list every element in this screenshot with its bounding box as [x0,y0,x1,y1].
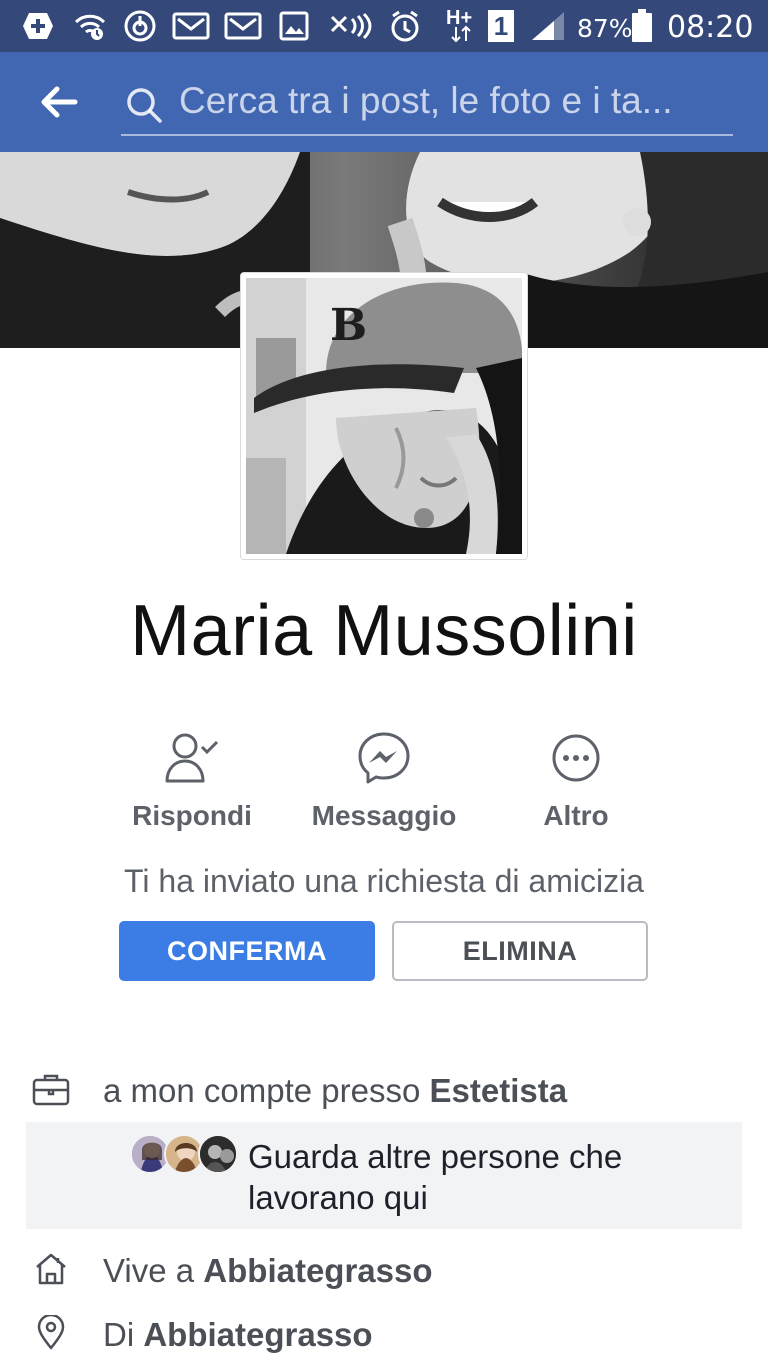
nfc-muted-icon [326,11,378,41]
clock: 08:20 [667,10,754,45]
briefcase-icon [32,1074,70,1106]
home-icon [36,1253,66,1285]
battery-percent: 87% [577,14,633,43]
app-header: Cerca tra i post, le foto e i ta... [0,52,768,152]
message-label: Messaggio [311,800,457,831]
work-prefix: a mon compte presso [103,1072,430,1109]
more-icon [552,734,600,782]
from-text: Di Abbiategrasso [103,1316,373,1354]
status-bar: H+ 1 87% 08:20 [0,0,768,52]
search-placeholder: Cerca tra i post, le foto e i ta... [179,80,673,121]
sim-icon: 1 [486,10,516,42]
back-button[interactable] [30,76,88,128]
sim-number: 1 [488,10,514,42]
profile-actions: Rispondi Messaggio Altro [0,728,768,831]
more-button[interactable]: Altro [481,728,671,832]
lives-prefix: Vive a [103,1252,204,1289]
messenger-icon [358,732,410,784]
gallery-icon [278,11,310,41]
coworkers-text: Guarda altre persone che lavorano qui [248,1138,623,1216]
coworker-avatars [130,1134,242,1174]
lives-place[interactable]: Abbiategrasso [203,1252,432,1289]
coworkers-link[interactable]: Guarda altre persone che lavorano qui [26,1122,742,1229]
search-icon [127,88,162,123]
friend-request-text: Ti ha inviato una richiesta di amicizia [124,863,644,899]
person-check-icon [165,733,219,783]
message-button[interactable]: Messaggio [289,728,479,832]
signal-icon [530,11,566,41]
battery-icon [630,9,654,42]
respond-button[interactable]: Rispondi [97,728,287,832]
back-arrow-icon [41,86,78,118]
work-place[interactable]: Estetista [430,1072,568,1109]
wifi-icon [72,11,108,41]
profile-name: Maria Mussolini [130,591,638,671]
profile-photo-image: B [246,278,522,554]
location-pin-icon [37,1315,65,1350]
lives-in-text: Vive a Abbiategrasso [103,1252,433,1290]
delete-button[interactable]: ELIMINA [392,921,648,981]
from-place[interactable]: Abbiategrasso [143,1316,372,1353]
svg-text:B: B [330,300,367,351]
confirm-button[interactable]: CONFERMA [119,921,375,981]
plus-notification-icon [20,11,56,41]
respond-label: Rispondi [132,800,252,831]
search-input[interactable]: Cerca tra i post, le foto e i ta... [121,76,733,136]
gmail-icon [172,11,210,41]
profile-picture[interactable]: B [240,272,528,560]
avatar [198,1134,238,1174]
power-saving-icon [122,10,158,42]
work-text: a mon compte presso Estetista [103,1072,567,1110]
network-type-icon: H+ [444,7,476,43]
from-prefix: Di [103,1316,144,1353]
more-label: Altro [543,800,609,831]
gmail-icon-2 [224,11,262,41]
alarm-icon [388,10,422,42]
